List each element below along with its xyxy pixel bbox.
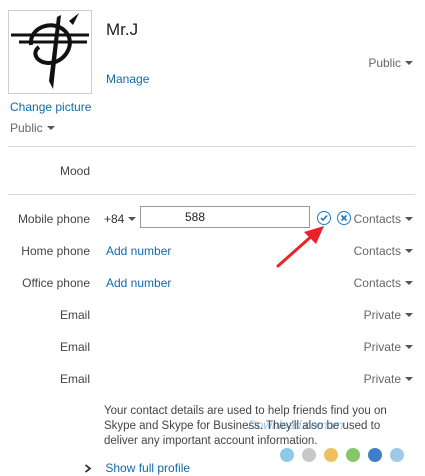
show-full-profile-label: Show full profile [105,461,191,475]
decor-dot [390,448,404,462]
picture-visibility-value: Public [10,121,43,135]
office-visibility-dropdown[interactable]: Contacts [354,276,413,290]
chevron-down-icon [46,125,55,130]
avatar[interactable] [8,10,92,94]
email-visibility-dropdown[interactable]: Private [364,308,413,322]
decor-dot [324,448,338,462]
chevron-down-icon [405,216,413,221]
change-picture-link[interactable]: Change picture [10,100,91,114]
home-phone-label: Home phone [21,244,90,258]
mobile-visibility-dropdown[interactable]: Contacts [354,212,413,226]
email-visibility-dropdown[interactable]: Private [364,372,413,386]
chevron-down-icon [128,216,137,221]
divider [8,194,415,195]
country-code-value: +84 [104,212,125,226]
annotation-arrow [276,226,324,268]
show-full-profile-link[interactable]: Show full profile [84,461,190,475]
decor-dot [302,448,316,462]
chevron-down-icon [405,376,413,381]
name-visibility-value: Public [368,56,401,70]
decor-dot [280,448,294,462]
avatar-logo-icon [11,13,89,89]
chevron-down-icon [405,344,413,349]
home-add-number-link[interactable]: Add number [106,244,171,258]
home-visibility-dropdown[interactable]: Contacts [354,244,413,258]
mood-label: Mood [59,164,90,178]
cancel-x-icon [340,214,348,222]
home-visibility-value: Contacts [353,244,401,258]
email-visibility-value: Private [363,340,401,354]
office-phone-label: Office phone [22,276,90,290]
email-visibility-value: Private [363,308,401,322]
email-visibility-dropdown[interactable]: Private [364,340,413,354]
email-label: Email [59,372,90,386]
email-label: Email [59,340,90,354]
manage-link[interactable]: Manage [106,72,149,86]
watermark: Download.com.vn [248,418,344,432]
chevron-down-icon [405,280,413,285]
divider [8,146,415,147]
office-visibility-value: Contacts [353,276,401,290]
mobile-phone-label: Mobile phone [17,212,90,226]
country-code-dropdown[interactable]: +84 [104,212,137,226]
profile-name[interactable]: Mr.J [106,20,138,40]
chevron-down-icon [405,312,413,317]
chevron-down-icon [405,248,413,253]
picture-visibility-dropdown[interactable]: Public [10,121,55,135]
email-label: Email [59,308,90,322]
email-visibility-value: Private [363,372,401,386]
office-add-number-link[interactable]: Add number [106,276,171,290]
confirm-check-icon [320,214,328,222]
decor-dot [346,448,360,462]
name-visibility-dropdown[interactable]: Public [368,56,413,70]
cancel-button[interactable] [337,211,351,225]
mobile-visibility-value: Contacts [353,212,401,226]
decor-dot [368,448,382,462]
chevron-right-icon [85,464,92,473]
chevron-down-icon [405,60,413,65]
